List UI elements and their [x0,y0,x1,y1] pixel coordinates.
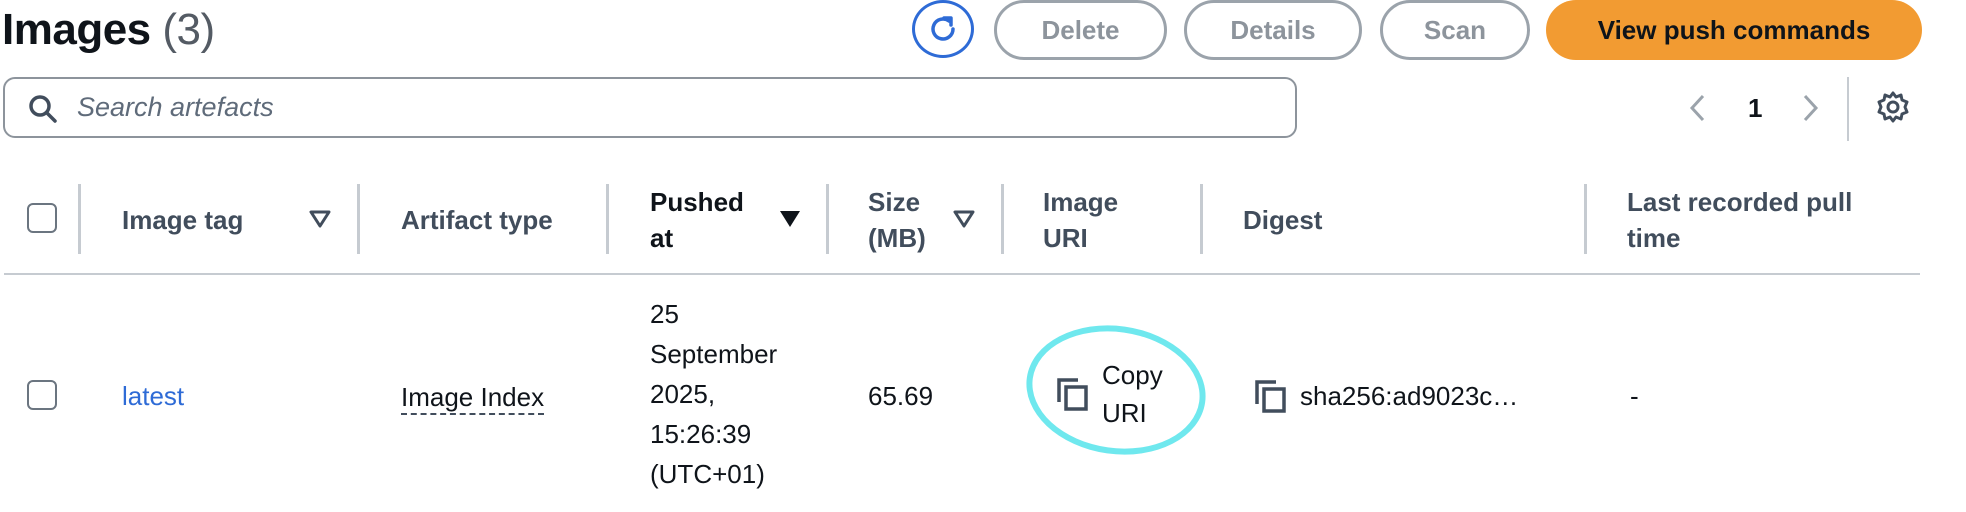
header-line: at [650,223,674,253]
copy-icon [1057,378,1088,411]
column-separator [1001,184,1004,254]
sort-icon[interactable] [308,209,332,229]
header-line: (MB) [868,223,926,253]
column-header-digest: Digest [1243,205,1323,235]
header-divider [4,273,1920,275]
column-separator [78,184,81,254]
column-separator [1584,184,1587,254]
image-count: (3) [162,5,215,54]
page-title: Images (3) [2,2,215,58]
column-header-image-tag[interactable]: Image tag [122,202,243,238]
search-icon [29,95,57,123]
artifact-type-value[interactable]: Image Index [401,381,545,415]
select-all-checkbox[interactable] [27,203,57,233]
header-line: Size [868,187,921,217]
title-text: Images [2,5,151,54]
column-separator [826,184,829,254]
view-push-commands-button[interactable]: View push commands [1546,0,1922,60]
column-header-image-uri: Image URI [1043,184,1118,256]
column-separator [1200,184,1203,254]
column-header-last-pull-time: Last recorded pull time [1627,184,1852,256]
pushed-at-line: (UTC+01) [650,459,765,489]
current-page[interactable]: 1 [1748,84,1762,132]
column-header-artifact-type: Artifact type [401,205,553,235]
copy-uri-line: URI [1102,398,1147,428]
pushed-at-value: 25 September 2025, 15:26:39 (UTC+01) [650,294,777,494]
search-input[interactable]: Search artefacts [3,77,1297,138]
column-header-size[interactable]: Size (MB) [868,184,926,256]
pushed-at-line: September [650,339,778,369]
column-header-pushed-at[interactable]: Pushed at [650,184,744,256]
copy-digest-button[interactable] [1252,377,1292,417]
digest-value: sha256:ad9023c… [1300,381,1519,411]
copy-uri-label: Copy URI [1102,356,1163,432]
image-tag-link[interactable]: latest [122,376,184,416]
column-separator [606,184,609,254]
copy-uri-button[interactable]: Copy URI [1052,356,1182,436]
copy-icon [1255,380,1286,413]
row-checkbox[interactable] [27,380,57,410]
header-line: Image [1043,187,1119,217]
header-line: time [1627,223,1681,253]
size-value: 65.69 [868,381,934,411]
pagination-divider [1847,77,1849,141]
next-page-button[interactable] [1800,84,1820,132]
sort-descending-icon[interactable] [778,209,802,229]
refresh-button[interactable] [912,0,974,58]
scan-button[interactable]: Scan [1380,0,1530,60]
header-line: Last recorded pull [1627,187,1853,217]
delete-button[interactable]: Delete [994,0,1167,60]
gear-icon [1877,91,1909,123]
chevron-left-icon [1689,94,1705,122]
column-separator [357,184,360,254]
search-placeholder: Search artefacts [77,92,274,122]
table-settings-button[interactable] [1876,90,1910,129]
pushed-at-line: 2025, [650,379,716,409]
details-button[interactable]: Details [1184,0,1362,60]
pushed-at-line: 25 [650,299,679,329]
sort-icon[interactable] [952,209,976,229]
header-line: URI [1043,223,1088,253]
last-pull-value: - [1630,381,1639,411]
chevron-right-icon [1803,94,1819,122]
copy-uri-line: Copy [1102,360,1163,390]
pushed-at-line: 15:26:39 [650,419,752,449]
refresh-icon [931,16,955,41]
previous-page-button[interactable] [1688,84,1708,132]
header-line: Pushed [650,187,744,217]
